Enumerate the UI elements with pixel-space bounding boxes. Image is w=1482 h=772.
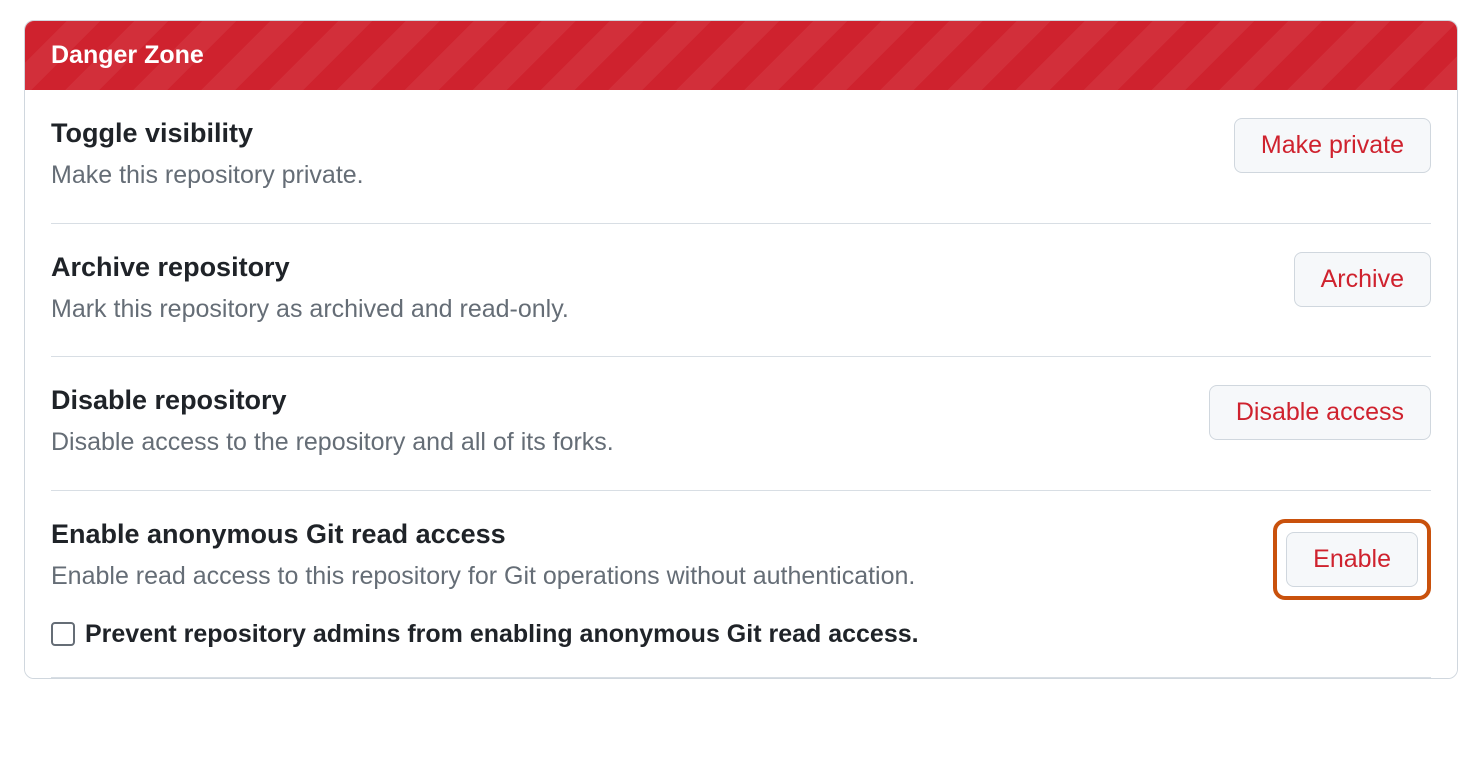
archive-repository-desc: Mark this repository as archived and rea…: [51, 291, 1274, 329]
anonymous-git-access-text: Enable anonymous Git read access Enable …: [51, 519, 1273, 596]
prevent-admins-checkbox-row: Prevent repository admins from enabling …: [51, 620, 1431, 649]
danger-zone-header: Danger Zone: [25, 21, 1457, 90]
anonymous-git-access-desc: Enable read access to this repository fo…: [51, 558, 1253, 596]
danger-zone-panel: Danger Zone Toggle visibility Make this …: [24, 20, 1458, 679]
archive-repository-title: Archive repository: [51, 252, 1274, 283]
danger-zone-body: Toggle visibility Make this repository p…: [25, 90, 1457, 678]
toggle-visibility-desc: Make this repository private.: [51, 157, 1214, 195]
disable-repository-desc: Disable access to the repository and all…: [51, 424, 1189, 462]
disable-access-button[interactable]: Disable access: [1209, 385, 1431, 440]
enable-button-highlight: Enable: [1273, 519, 1431, 600]
disable-repository-row: Disable repository Disable access to the…: [51, 357, 1431, 491]
prevent-admins-checkbox[interactable]: [51, 622, 75, 646]
anonymous-git-access-row: Enable anonymous Git read access Enable …: [51, 491, 1431, 678]
make-private-button[interactable]: Make private: [1234, 118, 1431, 173]
prevent-admins-checkbox-label[interactable]: Prevent repository admins from enabling …: [85, 620, 919, 649]
disable-repository-title: Disable repository: [51, 385, 1189, 416]
toggle-visibility-row: Toggle visibility Make this repository p…: [51, 90, 1431, 224]
disable-repository-text: Disable repository Disable access to the…: [51, 385, 1209, 462]
toggle-visibility-text: Toggle visibility Make this repository p…: [51, 118, 1234, 195]
anonymous-git-access-title: Enable anonymous Git read access: [51, 519, 1253, 550]
enable-button[interactable]: Enable: [1286, 532, 1418, 587]
toggle-visibility-title: Toggle visibility: [51, 118, 1214, 149]
archive-repository-row: Archive repository Mark this repository …: [51, 224, 1431, 358]
archive-button[interactable]: Archive: [1294, 252, 1431, 307]
archive-repository-text: Archive repository Mark this repository …: [51, 252, 1294, 329]
